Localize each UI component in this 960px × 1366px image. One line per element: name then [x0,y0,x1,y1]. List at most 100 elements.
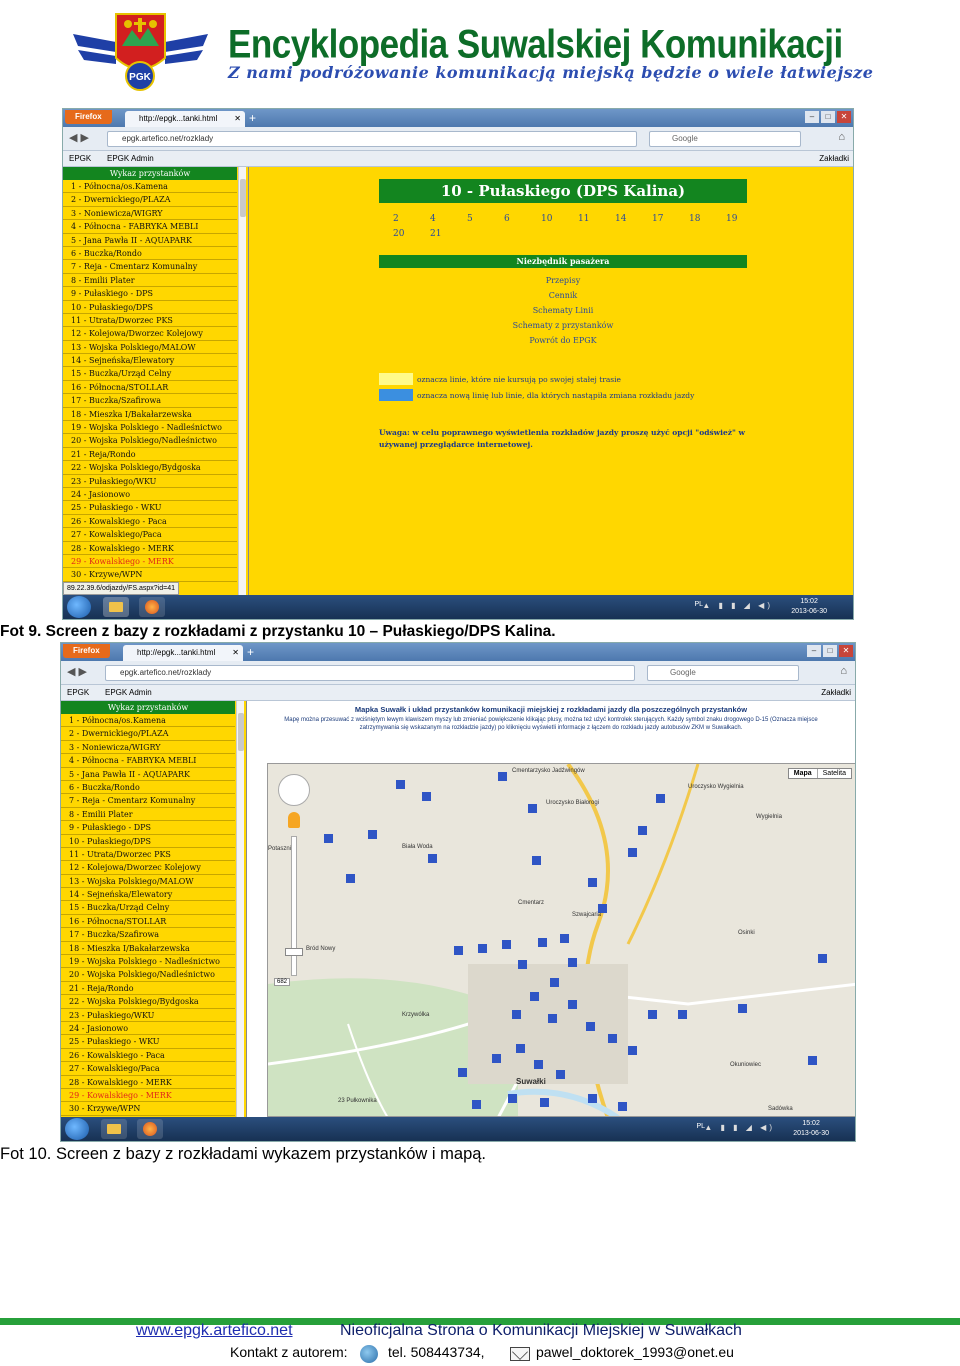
stop-item[interactable]: 1 - Północna/os.Kamena [61,714,235,728]
firefox-menu-button[interactable]: Firefox [65,110,112,124]
stop-item[interactable]: 23 - Pułaskiego/WKU [63,475,237,488]
stop-item[interactable]: 23 - Pułaskiego/WKU [61,1009,235,1022]
stop-item[interactable]: 8 - Emilii Plater [61,808,235,822]
stop-item[interactable]: 20 - Wojska Polskiego/Nadleśnictwo [63,434,237,448]
stop-item[interactable]: 24 - Jasionowo [63,488,237,502]
home-icon[interactable]: ⌂ [838,131,845,143]
stop-item[interactable]: 13 - Wojska Polskiego/MALOW [61,875,235,889]
stop-item[interactable]: 13 - Wojska Polskiego/MALOW [63,341,237,355]
stop-item[interactable]: 19 - Wojska Polskiego - Nadleśnictwo [61,955,235,969]
close-tab-icon[interactable]: ✕ [232,645,239,661]
direction-link[interactable]: 11 [578,214,615,224]
start-button-icon[interactable] [67,596,91,618]
stop-item[interactable]: 22 - Wojska Polskiego/Bydgoska [61,995,235,1009]
map-canvas[interactable]: Cmentarzysko Jadźwingów Uroczysko Wygiel… [268,764,856,1117]
stop-item[interactable]: 22 - Wojska Polskiego/Bydgoska [63,461,237,475]
stop-item[interactable]: 21 - Reja/Rondo [63,448,237,462]
stop-item[interactable]: 5 - Jana Pawła II - AQUAPARK [61,768,235,781]
stop-item[interactable]: 9 - Pułaskiego - DPS [63,287,237,301]
guide-link[interactable]: Schematy z przystanków [379,318,747,333]
bookmark-epgk[interactable]: EPGK [67,685,89,700]
bookmarks-menu[interactable]: Zakładki [819,151,849,166]
bookmark-epgk-admin[interactable]: EPGK Admin [107,151,154,166]
minimize-icon[interactable]: – [805,111,819,123]
stop-item[interactable]: 25 - Pułaskiego - WKU [63,501,237,515]
stop-item[interactable]: 19 - Wojska Polskiego - Nadleśnictwo [63,421,237,435]
stop-item[interactable]: 12 - Kolejowa/Dworzec Kolejowy [61,861,235,875]
stop-item[interactable]: 12 - Kolejowa/Dworzec Kolejowy [63,327,237,341]
google-map[interactable]: Cmentarzysko Jadźwingów Uroczysko Wygiel… [267,763,856,1117]
stop-item[interactable]: 18 - Mieszka I/Bakałarzewska [63,408,237,422]
firefox-menu-button[interactable]: Firefox [63,644,110,658]
map-type-map[interactable]: Mapa [789,769,818,778]
guide-link[interactable]: Powrót do EPGK [379,333,747,348]
guide-link[interactable]: Przepisy [379,273,747,288]
direction-link[interactable]: 5 [467,214,504,224]
search-bar[interactable]: Google [647,665,799,681]
back-forward-icons[interactable]: ◀ ▶ [67,665,87,678]
zoom-slider-knob[interactable] [285,948,303,956]
stop-item[interactable]: 28 - Kowalskiego - MERK [63,542,237,555]
stop-item[interactable]: 11 - Utrata/Dworzec PKS [63,314,237,328]
stop-item[interactable]: 11 - Utrata/Dworzec PKS [61,848,235,862]
browser-tab[interactable]: http://epgk...tanki.html ✕ [125,111,245,127]
stop-item[interactable]: 4 - Północna - FABRYKA MEBLI [61,754,235,768]
stop-item[interactable]: 16 - Północna/STOLLAR [61,915,235,929]
direction-link[interactable]: 4 [430,214,467,224]
stop-item[interactable]: 7 - Reja - Cmentarz Komunalny [61,794,235,808]
firefox-icon[interactable] [139,597,165,617]
stop-item[interactable]: 26 - Kowalskiego - Paca [63,515,237,529]
address-bar[interactable]: epgk.artefico.net/rozklady [107,131,637,147]
sidebar-scrollbar[interactable] [238,167,246,597]
stop-item[interactable]: 30 - Krzywe/WPN [61,1102,235,1116]
direction-link[interactable]: 17 [652,214,689,224]
stop-item[interactable]: 6 - Buczka/Rondo [61,781,235,795]
stop-item[interactable]: 15 - Buczka/Urząd Celny [61,901,235,915]
stop-item[interactable]: 5 - Jana Pawła II - AQUAPARK [63,234,237,247]
stop-item[interactable]: 29 - Kowalskiego - MERK [61,1089,235,1103]
bookmarks-menu[interactable]: Zakładki [821,685,851,700]
street-view-pegman-icon[interactable] [288,812,300,828]
folder-icon[interactable] [101,1119,127,1139]
clock[interactable]: 15:02 2013-06-30 [793,1119,829,1139]
stop-item[interactable]: 24 - Jasionowo [61,1022,235,1036]
sidebar-scrollbar[interactable] [236,701,244,1119]
direction-link[interactable]: 14 [615,214,652,224]
stop-item[interactable]: 4 - Północna - FABRYKA MEBLI [63,220,237,234]
direction-link[interactable]: 18 [689,214,726,224]
stop-item[interactable]: 3 - Noniewicza/WIGRY [63,207,237,221]
email-address[interactable]: pawel_doktorek_1993@onet.eu [536,1344,734,1360]
stop-item[interactable]: 27 - Kowalskiego/Paca [61,1062,235,1076]
direction-link[interactable]: 20 [393,229,430,239]
address-bar[interactable]: epgk.artefico.net/rozklady [105,665,635,681]
stop-item[interactable]: 1 - Północna/os.Kamena [63,180,237,194]
stop-item[interactable]: 28 - Kowalskiego - MERK [61,1076,235,1089]
stop-item[interactable]: 16 - Północna/STOLLAR [63,381,237,395]
maximize-icon[interactable]: □ [821,111,835,123]
stop-item[interactable]: 29 - Kowalskiego - MERK [63,555,237,569]
new-tab-icon[interactable]: + [249,110,256,126]
direction-link[interactable]: 19 [726,214,763,224]
scrollbar-thumb[interactable] [240,179,246,217]
guide-link[interactable]: Cennik [379,288,747,303]
stop-item[interactable]: 10 - Pułaskiego/DPS [63,301,237,314]
home-icon[interactable]: ⌂ [840,665,847,677]
start-button-icon[interactable] [65,1118,89,1140]
stop-item[interactable]: 9 - Pułaskiego - DPS [61,821,235,835]
stop-item[interactable]: 27 - Kowalskiego/Paca [63,528,237,542]
pan-control-icon[interactable] [278,774,310,806]
firefox-icon[interactable] [137,1119,163,1139]
stop-item[interactable]: 17 - Buczka/Szafirowa [61,928,235,942]
stop-item[interactable]: 30 - Krzywe/WPN [63,568,237,582]
direction-link[interactable]: 6 [504,214,541,224]
map-type-satellite[interactable]: Satelita [818,769,851,778]
folder-icon[interactable] [103,597,129,617]
clock[interactable]: 15:02 2013-06-30 [791,597,827,617]
close-window-icon[interactable]: ✕ [837,111,851,123]
tray-icons[interactable]: ▲ ▮ ▮ ◢ ◀) [704,1123,775,1132]
new-tab-icon[interactable]: + [247,644,254,660]
close-tab-icon[interactable]: ✕ [234,111,241,127]
direction-link[interactable]: 10 [541,214,578,224]
direction-link[interactable]: 2 [393,214,430,224]
stop-item[interactable]: 10 - Pułaskiego/DPS [61,835,235,848]
